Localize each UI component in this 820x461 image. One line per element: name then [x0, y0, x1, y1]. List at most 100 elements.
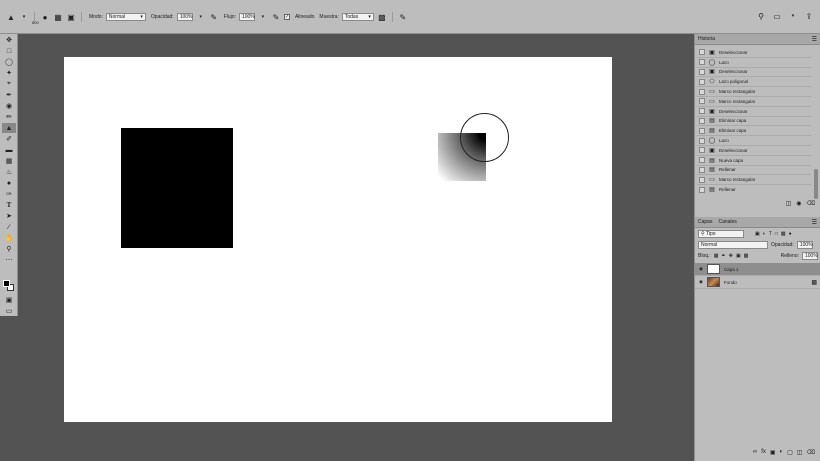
history-item[interactable]: ◯ Lazo	[697, 136, 811, 146]
history-item[interactable]: ▣ Deseleccionar	[697, 48, 811, 58]
history-item[interactable]: ▤ Rellenar	[697, 185, 811, 194]
link-layers-icon[interactable]: ∞	[753, 449, 757, 455]
chevron-down-icon[interactable]: ▾	[788, 11, 798, 21]
history-item[interactable]: ▣ Deseleccionar	[697, 146, 811, 156]
move-tool-icon[interactable]: ✥	[2, 35, 16, 45]
history-item[interactable]: ▣ Deseleccionar	[697, 68, 811, 78]
magic-wand-tool-icon[interactable]: ✦	[2, 68, 16, 78]
zoom-tool-icon[interactable]: ⚲	[2, 244, 16, 254]
history-source-checkbox[interactable]	[699, 186, 705, 193]
clone-source-panel-icon[interactable]: ▣	[66, 12, 76, 22]
pen-tool-icon[interactable]: ✑	[2, 189, 16, 199]
history-item[interactable]: ▣ Deseleccionar	[697, 107, 811, 117]
history-source-checkbox[interactable]	[699, 147, 705, 154]
search-icon[interactable]: ⚲	[756, 11, 766, 21]
share-icon[interactable]: ⇪	[804, 11, 814, 21]
more-tools-icon[interactable]: ⋯	[2, 255, 16, 265]
sample-select[interactable]: Todas ▾	[341, 13, 374, 21]
history-source-checkbox[interactable]	[699, 137, 705, 144]
layer-fill-input[interactable]: 100%	[802, 251, 818, 260]
mode-select[interactable]: Normal ▾	[105, 13, 146, 21]
filter-adjustment-icon[interactable]: ◐	[763, 231, 766, 237]
clone-stamp-tool-icon[interactable]: ▲	[2, 123, 16, 133]
dropdown-arrow-icon[interactable]: ▾	[19, 12, 29, 22]
filter-shape-icon[interactable]: □	[775, 231, 778, 237]
gradient-tool-icon[interactable]: ▦	[2, 156, 16, 166]
hand-tool-icon[interactable]: ✋	[2, 233, 16, 243]
camera-icon[interactable]: ◉	[796, 200, 801, 207]
lock-position-icon[interactable]: ✥	[729, 253, 733, 259]
path-selection-tool-icon[interactable]: ➤	[2, 211, 16, 221]
opacity-input[interactable]: 100%	[176, 13, 193, 21]
airbrush-icon[interactable]: ✎	[271, 12, 281, 22]
adjustment-layer-icon[interactable]: ◐	[780, 449, 784, 455]
history-brush-tool-icon[interactable]: ✐	[2, 134, 16, 144]
aligned-checkbox[interactable]: ✓	[283, 14, 290, 20]
type-tool-icon[interactable]: T	[2, 200, 16, 210]
lock-transparent-icon[interactable]: ▦	[714, 253, 719, 259]
quick-mask-icon[interactable]: ▣	[2, 295, 16, 305]
blur-tool-icon[interactable]: ♨	[2, 167, 16, 177]
filter-type-icon[interactable]: T	[769, 231, 772, 237]
history-item[interactable]: ◯ Lazo	[697, 58, 811, 68]
lock-all-icon[interactable]: ▩	[744, 253, 749, 259]
flow-input[interactable]: 100%	[238, 13, 255, 21]
new-layer-icon[interactable]: ◫	[797, 449, 803, 456]
lock-artboard-icon[interactable]: ▣	[736, 253, 741, 259]
history-item[interactable]: ▤ Nueva capa	[697, 156, 811, 166]
filter-toggle-icon[interactable]: ●	[789, 231, 792, 237]
history-item[interactable]: ▭ Marco rectangular	[697, 175, 811, 186]
lasso-tool-icon[interactable]: ◯	[2, 57, 16, 67]
clone-stamp-tool-icon[interactable]: ▲	[6, 12, 16, 22]
history-item[interactable]: ▤ Rellenar	[697, 166, 811, 176]
history-source-checkbox[interactable]	[699, 49, 705, 56]
layer-row-capa-1[interactable]: ◉ Capa 1	[695, 263, 820, 276]
panel-menu-icon[interactable]: ☰	[812, 219, 817, 226]
history-item[interactable]: ▤ Eliminar capa	[697, 117, 811, 127]
history-source-checkbox[interactable]	[699, 117, 705, 124]
history-item[interactable]: ▭ Marco rectangular	[697, 97, 811, 107]
add-mask-icon[interactable]: ▣	[770, 449, 776, 456]
new-document-from-state-icon[interactable]: ◫	[786, 200, 792, 207]
history-item[interactable]: ▤ Eliminar capa	[697, 126, 811, 137]
trash-icon[interactable]: ⌫	[807, 449, 815, 456]
eye-icon[interactable]: ◉	[699, 279, 703, 285]
layer-opacity-input[interactable]: 100%	[796, 240, 813, 249]
history-source-checkbox[interactable]	[699, 88, 705, 95]
filter-pixel-icon[interactable]: ▣	[755, 231, 760, 237]
line-tool-icon[interactable]: ∕	[2, 222, 16, 232]
eye-icon[interactable]: ◉	[699, 266, 703, 272]
tab-history[interactable]: Historia	[698, 36, 715, 42]
workspace-icon[interactable]: ▭	[772, 11, 782, 21]
history-source-checkbox[interactable]	[699, 108, 705, 115]
layer-name[interactable]: Fondo	[724, 280, 737, 285]
history-item[interactable]: ▭ Marco rectangular	[697, 87, 811, 97]
layer-row-fondo[interactable]: ◉ Fondo ▩	[695, 276, 820, 289]
eraser-tool-icon[interactable]: ▬	[2, 145, 16, 155]
lock-pixels-icon[interactable]: ✒	[722, 253, 726, 259]
brush-preset-icon[interactable]: ●	[40, 12, 50, 22]
layer-style-icon[interactable]: fx	[761, 449, 766, 455]
history-source-checkbox[interactable]	[699, 59, 705, 66]
foreground-color-swatch[interactable]	[3, 280, 10, 287]
blend-mode-select[interactable]: Normal	[698, 240, 768, 249]
screen-mode-icon[interactable]: ▭	[2, 306, 16, 316]
healing-brush-tool-icon[interactable]: ◉	[2, 101, 16, 111]
tab-layers[interactable]: Capas	[698, 219, 712, 225]
layer-filter-select[interactable]: ⚲ Tipo	[698, 229, 744, 238]
filter-smart-object-icon[interactable]: ▩	[781, 231, 786, 237]
trash-icon[interactable]: ⌫	[807, 200, 815, 207]
history-source-checkbox[interactable]	[699, 127, 705, 134]
history-item[interactable]: ⬠ Lazo poligonal	[697, 77, 811, 88]
layer-name[interactable]: Capa 1	[724, 267, 739, 272]
history-source-checkbox[interactable]	[699, 176, 705, 183]
brush-tool-icon[interactable]: ✏	[2, 112, 16, 122]
history-source-checkbox[interactable]	[699, 78, 705, 85]
history-source-checkbox[interactable]	[699, 157, 705, 164]
chevron-down-icon[interactable]: ▾	[196, 12, 206, 22]
history-source-checkbox[interactable]	[699, 68, 705, 75]
tab-channels[interactable]: Canales	[718, 219, 736, 225]
new-group-icon[interactable]: ▢	[787, 449, 793, 456]
history-source-checkbox[interactable]	[699, 98, 705, 105]
rect-marquee-tool-icon[interactable]: □	[2, 46, 16, 56]
